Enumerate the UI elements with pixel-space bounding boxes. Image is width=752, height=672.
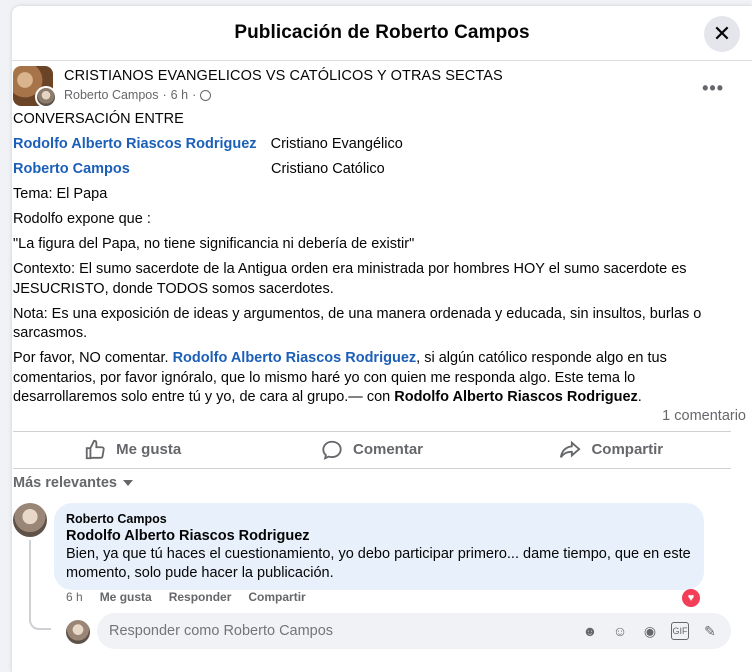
share-label: Compartir [591,441,664,458]
comment-tagged-person[interactable]: Rodolfo Alberto Riascos Rodriguez [66,528,692,544]
group-name[interactable]: CRISTIANOS EVANGELICOS VS CATÓLICOS Y OT… [64,68,503,84]
avatar-sticker-icon[interactable]: ☻ [581,622,599,640]
meta-separator: · [162,88,167,102]
thumbs-up-icon [85,439,105,459]
emoji-icon[interactable]: ☺ [611,622,629,640]
gif-icon[interactable]: GIF [671,622,689,640]
love-icon[interactable]: ♥ [682,589,700,607]
post-quote: "La figura del Papa, no tiene significan… [13,236,415,252]
person1-role: Cristiano Evangélico [270,136,403,152]
post-author[interactable]: Roberto Campos [64,88,159,102]
person2-role: Cristiano Católico [271,161,385,177]
modal-header: Publicación de Roberto Campos ✕ [12,6,752,61]
thread-line [29,540,51,630]
comment-sort-dropdown[interactable]: Más relevantes [13,475,133,491]
post-exposes: Rodolfo expone que : [13,211,151,227]
share-icon [560,440,582,458]
comment-label: Comentar [352,441,423,458]
more-options-icon[interactable]: ••• [702,78,724,99]
post-time[interactable]: 6 h [171,88,188,102]
author-avatar[interactable] [35,86,57,108]
comment-text: Bien, ya que tú haces el cuestionamiento… [66,546,691,581]
post-header: CRISTIANOS EVANGELICOS VS CATÓLICOS Y OT… [13,66,728,108]
comment-like-button[interactable]: Me gusta [100,590,152,604]
reply-input[interactable] [109,623,569,639]
comment-reply-button[interactable]: Responder [169,590,232,604]
comment-icon [322,440,342,460]
post-topic: Tema: El Papa [13,186,108,202]
post-meta: Roberto Campos · 6 h · [64,88,212,102]
post-line-title: CONVERSACIÓN ENTRE [13,111,184,127]
reply-avatar [66,620,90,644]
comment-button[interactable]: Comentar [252,431,491,468]
post-actions: Me gusta Comentar Compartir [13,431,731,468]
comment-bubble: Roberto Campos Rodolfo Alberto Riascos R… [54,503,704,590]
sort-label: Más relevantes [13,475,117,491]
comment-time[interactable]: 6 h [66,590,83,604]
request-prefix: Por favor, NO comentar. [13,350,169,366]
meta-separator: · [192,88,197,102]
modal-title: Publicación de Roberto Campos [234,22,530,43]
close-button[interactable]: ✕ [704,16,740,52]
share-button[interactable]: Compartir [492,431,731,468]
request-end: . [637,389,642,405]
tagged-person-link[interactable]: Rodolfo Alberto Riascos Rodriguez [394,389,638,405]
comment-author[interactable]: Roberto Campos [66,512,692,526]
close-icon: ✕ [712,21,732,46]
comment-actions: 6 h Me gusta Responder Compartir [66,590,306,604]
comment-count[interactable]: 1 comentario [662,408,746,424]
reply-tools: ☻ ☺ ◉ GIF ✎ [581,622,719,640]
comment-share-button[interactable]: Compartir [248,590,305,604]
chevron-down-icon [122,480,133,486]
camera-icon[interactable]: ◉ [641,622,659,640]
like-button[interactable]: Me gusta [13,431,252,468]
globe-icon [200,89,212,101]
person1-link[interactable]: Rodolfo Alberto Riascos Rodriguez [13,136,257,152]
divider [13,468,731,469]
post-line-person2: Roberto Campos Cristiano Católico [13,160,738,180]
post-body: CONVERSACIÓN ENTRE Rodolfo Alberto Riasc… [13,110,738,413]
request-mention-link[interactable]: Rodolfo Alberto Riascos Rodriguez [173,350,417,366]
sticker-icon[interactable]: ✎ [701,622,719,640]
like-label: Me gusta [116,441,182,458]
person2-link[interactable]: Roberto Campos [13,160,271,180]
reply-box: ☻ ☺ ◉ GIF ✎ [97,613,731,649]
post-context: Contexto: El sumo sacerdote de la Antigu… [13,261,687,297]
comment-author-avatar[interactable] [13,503,47,537]
post-request: Por favor, NO comentar. Rodolfo Alberto … [13,349,738,408]
post-line-person1: Rodolfo Alberto Riascos Rodriguez Cristi… [13,135,738,155]
post-note: Nota: Es una exposición de ideas y argum… [13,305,702,342]
